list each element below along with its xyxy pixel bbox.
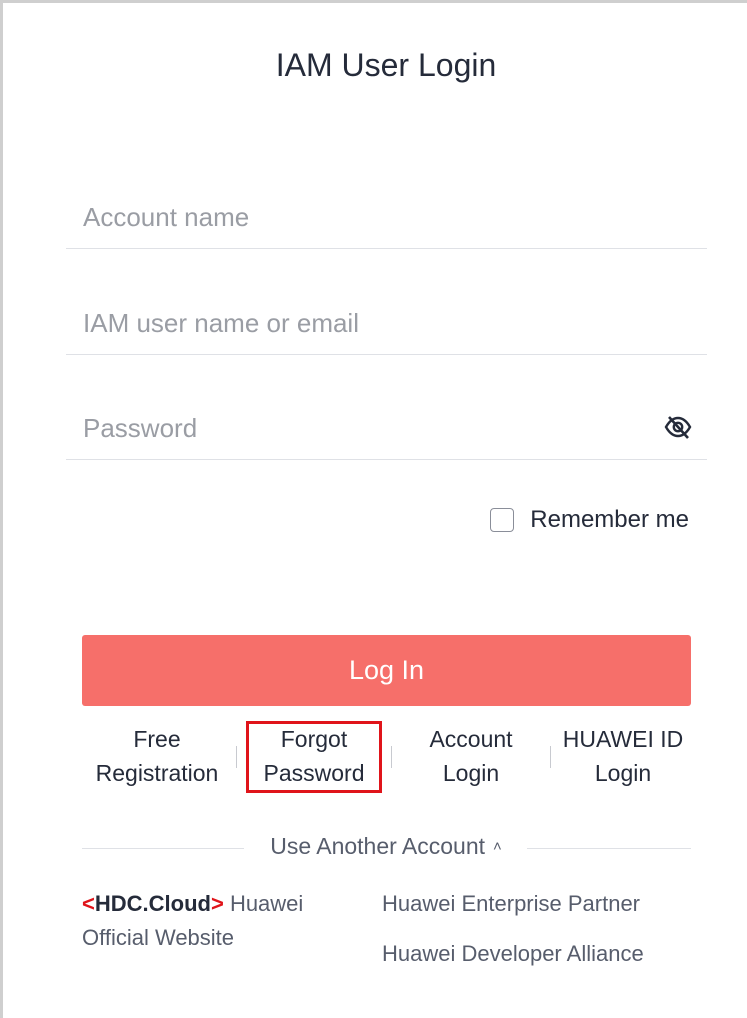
remember-me-label: Remember me — [530, 506, 689, 533]
account-name-field — [66, 187, 707, 249]
account-login-link[interactable]: Account Login — [401, 722, 541, 790]
hdc-cloud-logo: <HDC.Cloud> — [82, 891, 224, 916]
iam-user-field — [66, 293, 707, 355]
link-line: Registration — [95, 760, 219, 786]
link-separator — [550, 746, 551, 768]
hdc-cloud-link[interactable]: <HDC.Cloud> Huawei Official Website — [82, 887, 332, 955]
account-name-input[interactable] — [83, 187, 643, 247]
remember-me: Remember me — [490, 505, 689, 535]
eye-hidden-icon[interactable] — [663, 412, 693, 442]
huawei-id-login-link[interactable]: HUAWEI ID Login — [555, 722, 691, 790]
login-button[interactable]: Log In — [82, 635, 691, 706]
link-line: Login — [594, 760, 652, 786]
link-separator — [391, 746, 392, 768]
login-panel: IAM User Login Remember me Log In Free R… — [0, 0, 747, 1018]
link-line: Login — [442, 760, 500, 786]
iam-user-input[interactable] — [83, 293, 643, 353]
link-line: Account — [429, 726, 513, 752]
page-title: IAM User Login — [275, 47, 497, 83]
password-field — [66, 398, 707, 460]
enterprise-partner-link[interactable]: Huawei Enterprise Partner — [382, 887, 640, 921]
remember-me-checkbox[interactable] — [490, 508, 515, 532]
link-line: HUAWEI ID — [562, 726, 684, 752]
free-registration-link[interactable]: Free Registration — [82, 722, 232, 790]
chevron-up-icon: ˄ — [493, 838, 502, 855]
use-another-account-label: Use Another Account — [270, 833, 486, 859]
link-line: Free — [133, 726, 181, 752]
link-separator — [236, 746, 237, 768]
use-another-account-toggle[interactable]: Use Another Account ˄ — [3, 833, 747, 860]
developer-alliance-link[interactable]: Huawei Developer Alliance — [382, 937, 644, 971]
forgot-password-highlight — [246, 721, 382, 793]
password-input[interactable] — [83, 398, 643, 458]
